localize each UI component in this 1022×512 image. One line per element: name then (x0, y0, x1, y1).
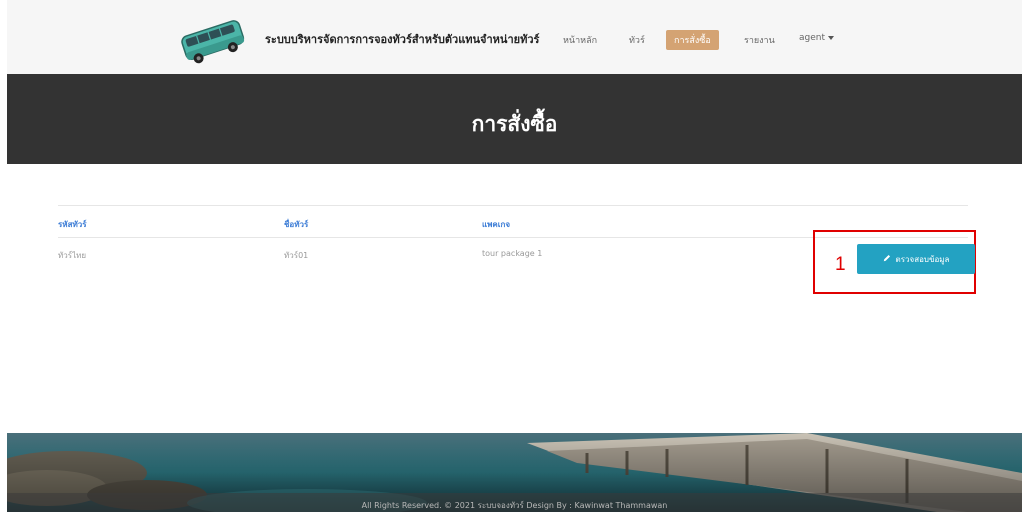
page-title: การสั่งซื้อ (471, 112, 558, 136)
nav-home[interactable]: หน้าหลัก (563, 33, 597, 47)
footer-copyright: All Rights Reserved. © 2021 ระบบจองทัวร์… (361, 501, 668, 510)
nav-tour[interactable]: ทัวร์ (629, 33, 645, 47)
column-header-tour-name[interactable]: ชื่อทัวร์ (284, 218, 308, 231)
column-header-package[interactable]: แพคเกจ (482, 218, 510, 231)
cell-tour-name: ทัวร์01 (284, 251, 309, 260)
nav-report[interactable]: รายงาน (744, 33, 775, 47)
pencil-icon (883, 254, 891, 264)
check-info-label: ตรวจสอบข้อมูล (895, 254, 950, 264)
cell-tour-code: ทัวร์ไทย (58, 251, 87, 260)
check-info-button[interactable]: ตรวจสอบข้อมูล (857, 244, 975, 274)
top-navbar: ระบบบริหารจัดการการจองทัวร์สำหรับตัวแทนจ… (7, 0, 1022, 74)
footer: All Rights Reserved. © 2021 ระบบจองทัวร์… (7, 433, 1022, 512)
column-header-tour-code[interactable]: รหัสทัวร์ (58, 218, 87, 231)
bus-icon[interactable] (177, 14, 249, 68)
caret-down-icon (828, 35, 834, 40)
page-header: การสั่งซื้อ (7, 74, 1022, 164)
agent-label: agent (799, 33, 825, 43)
table-divider (58, 205, 968, 206)
nav-orders[interactable]: การสั่งซื้อ (666, 30, 719, 50)
cell-package: tour package 1 (482, 249, 543, 258)
nav-agent-dropdown[interactable]: agent (799, 33, 834, 43)
site-title[interactable]: ระบบบริหารจัดการการจองทัวร์สำหรับตัวแทนจ… (265, 30, 539, 48)
annotation-step-number: 1 (835, 254, 846, 275)
